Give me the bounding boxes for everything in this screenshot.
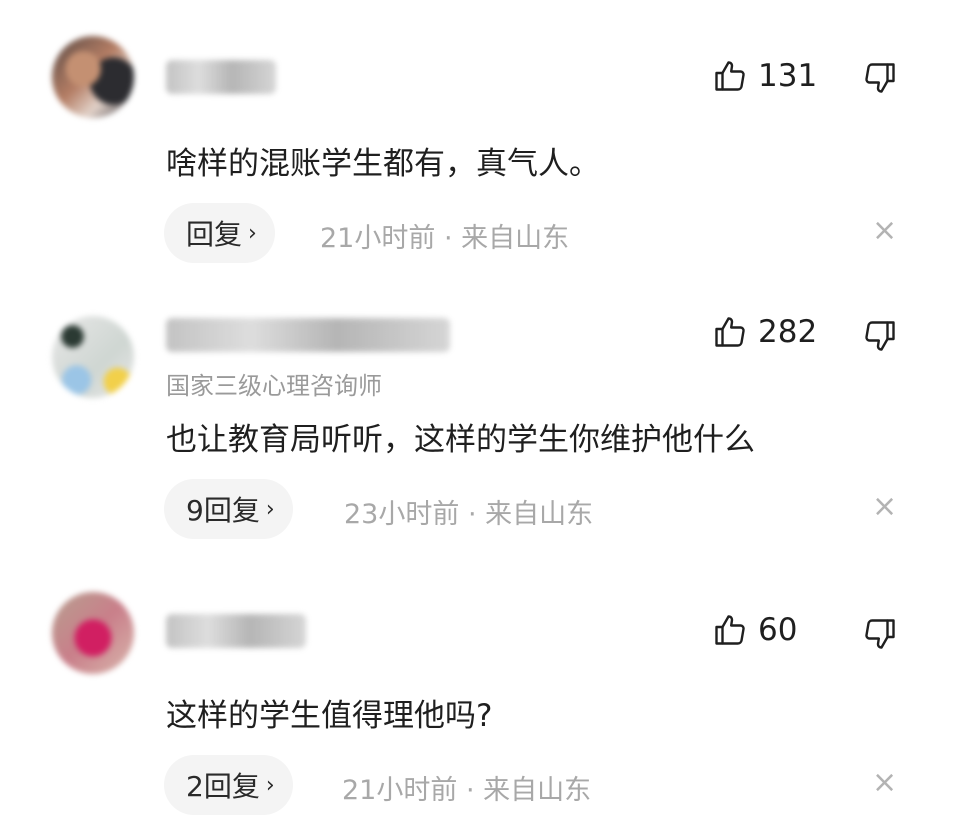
chevron-right-icon: › [265,496,275,522]
comment-location: 来自山东 [485,499,594,530]
username-blurred[interactable] [166,60,276,94]
like-count: 131 [758,58,818,94]
comment-time: 21小时前 [320,223,436,254]
username-blurred[interactable] [166,614,306,648]
avatar[interactable] [52,36,134,118]
reply-label: 回复 [186,218,243,251]
reply-label: 9回复 [186,494,260,527]
dislike-button[interactable] [862,60,898,96]
comment-location: 来自山东 [483,775,592,806]
comment-meta: 21小时前 · 来自山东 [320,216,569,255]
meta-separator: · [465,775,475,806]
user-title-badge: 国家三级心理咨询师 [166,372,382,400]
reply-label: 2回复 [186,770,260,803]
thumbs-up-icon [712,314,748,350]
thumbs-up-icon [712,612,748,648]
reply-button[interactable]: 9回复 › [164,479,293,539]
comment-location: 来自山东 [461,223,570,254]
like-button[interactable]: 60 [712,612,797,648]
avatar[interactable] [52,316,134,398]
close-icon[interactable]: × [872,768,897,798]
comment-meta: 23小时前 · 来自山东 [344,492,593,531]
meta-separator: · [467,499,477,530]
avatar[interactable] [52,592,134,674]
chevron-right-icon: › [265,772,275,798]
meta-separator: · [443,223,453,254]
reply-button[interactable]: 2回复 › [164,755,293,815]
close-icon[interactable]: × [872,492,897,522]
close-icon[interactable]: × [872,216,897,246]
dislike-button[interactable] [862,616,898,652]
thumbs-down-icon [862,60,898,96]
like-count: 60 [758,612,798,648]
chevron-right-icon: › [248,220,257,246]
comment-time: 23小时前 [344,499,460,530]
comment-meta: 21小时前 · 来自山东 [342,768,591,807]
reply-button[interactable]: 回复 › [164,203,275,263]
like-count: 282 [758,314,818,350]
comment-text: 也让教育局听听，这样的学生你维护他什么 [166,422,755,458]
username-blurred[interactable] [166,318,450,352]
comment-text: 啥样的混账学生都有，真气人。 [166,146,600,182]
comment-text: 这样的学生值得理他吗? [166,698,493,734]
thumbs-up-icon [712,58,748,94]
like-button[interactable]: 282 [712,314,817,350]
thumbs-down-icon [862,616,898,652]
comment-time: 21小时前 [342,775,458,806]
dislike-button[interactable] [862,318,898,354]
thumbs-down-icon [862,318,898,354]
like-button[interactable]: 131 [712,58,817,94]
